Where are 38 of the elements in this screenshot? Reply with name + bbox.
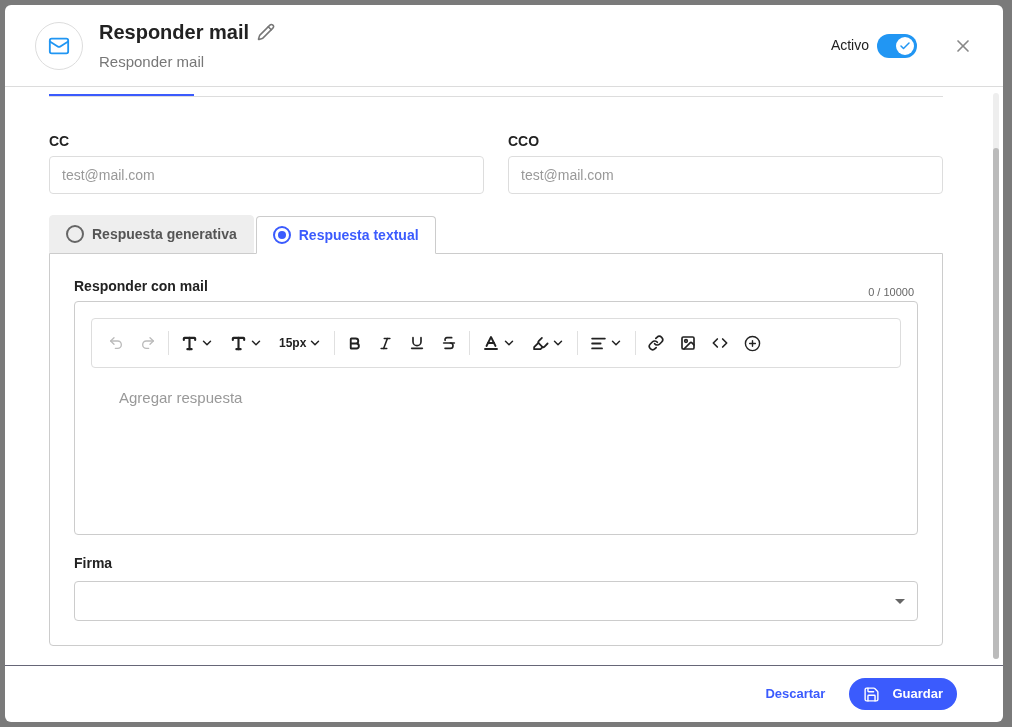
strikethrough-icon: [441, 335, 458, 351]
undo-icon: [108, 335, 124, 351]
text-color-icon: [482, 334, 501, 352]
plus-circle-icon: [744, 334, 762, 352]
response-tab[interactable]: Respuesta generativa: [49, 215, 254, 253]
code-icon: [712, 335, 729, 351]
editor-label: Responder con mail: [74, 277, 208, 296]
font-size-button[interactable]: 15px: [271, 327, 331, 359]
email-field[interactable]: test@mail.com: [49, 156, 484, 194]
email-field[interactable]: test@mail.com: [508, 156, 943, 194]
radio-icon: [272, 226, 291, 244]
editor-placeholder: Agregar respuesta: [119, 389, 243, 406]
text-size-icon: [181, 334, 198, 352]
save-icon: [863, 685, 881, 703]
signature-label: Firma: [74, 554, 114, 573]
dropdown-arrow-icon: [895, 598, 905, 604]
dialog-subtitle: Responder mail: [99, 52, 206, 73]
radio-icon: [66, 225, 84, 243]
image-icon: [680, 335, 697, 351]
italic-icon: [378, 335, 394, 351]
edit-icon[interactable]: [257, 23, 276, 42]
underline-icon: [409, 335, 426, 351]
character-counter: 0 / 10000: [868, 284, 914, 300]
redo-icon: [140, 335, 156, 351]
bold-icon: [347, 335, 363, 351]
active-switch[interactable]: [877, 33, 917, 58]
active-label: Activo: [830, 36, 869, 55]
response-tab[interactable]: Respuesta textual: [255, 216, 436, 254]
rich-text-editor[interactable]: 15px Agregar respuesta: [74, 301, 918, 535]
font-icon: [230, 334, 247, 352]
dialog-title: Responder mail: [99, 20, 250, 46]
link-icon: [648, 335, 665, 351]
highlighter-icon: [532, 334, 550, 352]
field-label: CCO: [508, 132, 541, 151]
field-label: CC: [49, 132, 71, 151]
save-button[interactable]: Guardar: [849, 678, 957, 710]
check-icon: [899, 39, 911, 52]
discard-button[interactable]: Descartar: [765, 684, 826, 704]
